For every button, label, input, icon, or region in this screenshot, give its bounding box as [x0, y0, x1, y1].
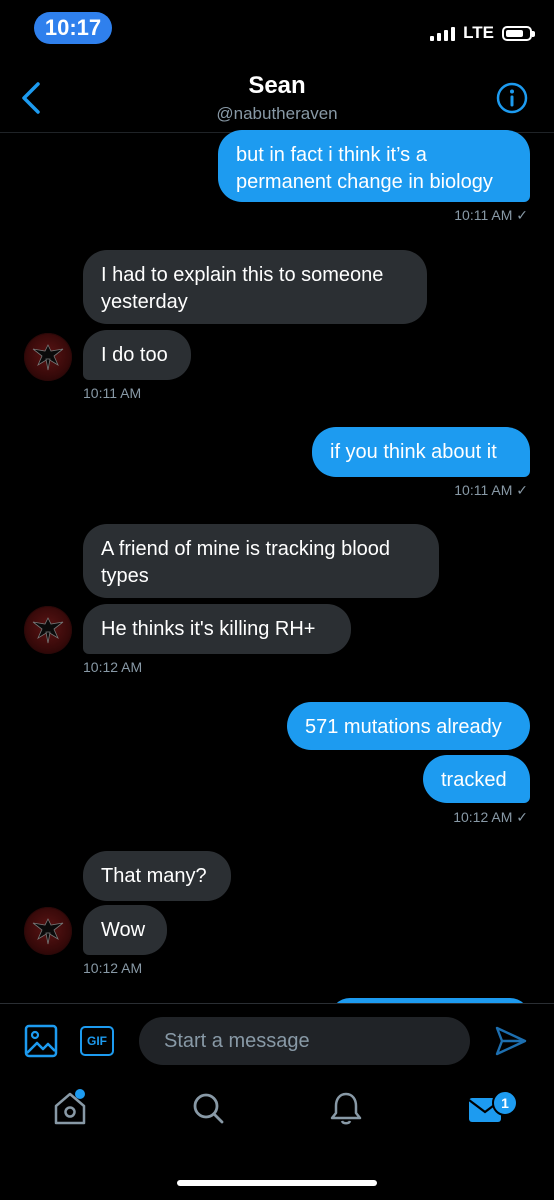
message-bubble-outgoing[interactable]: 571 mutations already	[287, 702, 530, 750]
message-bubble-outgoing[interactable]: tracked	[423, 755, 530, 803]
message-timestamp: 10:12 AM ✓	[453, 809, 528, 825]
conversation-title: Sean	[248, 72, 306, 99]
message-bubble-incoming[interactable]: Wow	[83, 905, 167, 955]
message-timestamp: 10:11 AM	[83, 385, 142, 401]
raven-emblem-icon	[32, 617, 64, 644]
raven-emblem-icon	[32, 918, 64, 945]
message-bubble-incoming[interactable]: I do too	[83, 330, 191, 380]
message-bubble-outgoing[interactable]: if you think about it	[312, 427, 530, 477]
status-time: 10:17	[34, 12, 112, 44]
message-timestamp: 10:12 AM	[83, 960, 143, 976]
avatar[interactable]	[24, 907, 72, 955]
message-timestamp: 10:11 AM ✓	[454, 207, 528, 223]
avatar[interactable]	[24, 333, 72, 381]
home-notification-dot	[75, 1089, 85, 1099]
message-timestamp: 10:12 AM	[83, 659, 143, 675]
message-bubble-outgoing[interactable]: but in fact i think it’s a permanent cha…	[218, 130, 530, 202]
message-input[interactable]: Start a message	[139, 1017, 470, 1065]
info-icon[interactable]	[496, 82, 528, 114]
network-type: LTE	[463, 23, 494, 42]
image-icon[interactable]	[24, 1024, 58, 1058]
message-bubble-incoming[interactable]: A friend of mine is tracking blood types	[83, 524, 439, 598]
message-bubble-incoming[interactable]: That many?	[83, 851, 231, 901]
send-icon[interactable]	[494, 1024, 528, 1058]
signal-icon	[430, 25, 456, 41]
avatar[interactable]	[24, 606, 72, 654]
composer-divider	[0, 1003, 554, 1004]
raven-emblem-icon	[32, 344, 64, 371]
gif-button[interactable]: GIF	[80, 1026, 114, 1056]
status-indicators: LTE	[430, 20, 535, 46]
message-bubble-incoming[interactable]: I had to explain this to someone yesterd…	[83, 250, 427, 324]
battery-icon	[502, 25, 535, 41]
notifications-icon[interactable]	[326, 1088, 366, 1128]
message-bubble-incoming[interactable]: He thinks it's killing RH+	[83, 604, 351, 654]
messages-badge: 1	[492, 1090, 518, 1116]
search-icon[interactable]	[188, 1088, 228, 1128]
conversation-handle: @nabutheraven	[216, 104, 338, 123]
home-indicator[interactable]	[177, 1180, 377, 1186]
message-timestamp: 10:11 AM ✓	[454, 482, 528, 498]
